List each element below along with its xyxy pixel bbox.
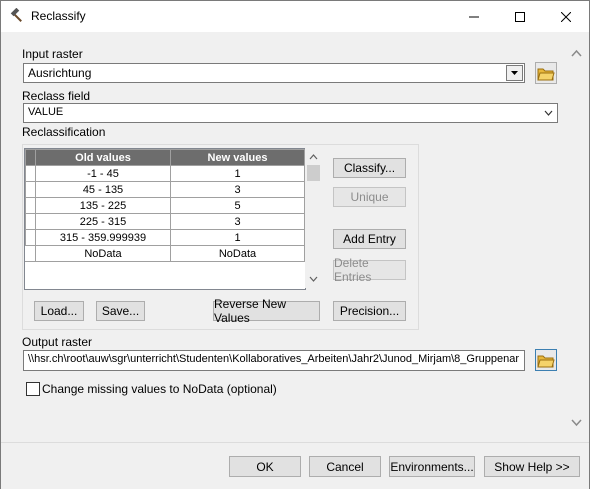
close-icon xyxy=(561,11,571,22)
new-value-cell[interactable]: 1 xyxy=(170,165,305,182)
reclassification-table: Old values New values -1 - 45 1 45 - 135… xyxy=(25,149,305,262)
new-value-cell[interactable]: 3 xyxy=(170,181,305,198)
show-help-button[interactable]: Show Help >> xyxy=(484,456,580,477)
chevron-down-icon xyxy=(544,110,553,116)
output-raster-value: \\hsr.ch\root\auw\sgr\unterricht\Student… xyxy=(28,353,519,365)
ok-button[interactable]: OK xyxy=(229,456,301,477)
nodata-checkbox[interactable] xyxy=(26,382,40,396)
environments-button[interactable]: Environments... xyxy=(389,456,475,477)
input-raster-combo[interactable]: Ausrichtung xyxy=(23,63,525,83)
reverse-new-values-button[interactable]: Reverse New Values xyxy=(213,297,320,325)
minimize-icon xyxy=(469,16,479,17)
col-new-values[interactable]: New values xyxy=(170,149,305,166)
add-entry-button[interactable]: Add Entry xyxy=(333,229,406,249)
table-row[interactable]: 315 - 359.999939 1 xyxy=(25,229,305,246)
table-row[interactable]: 225 - 315 3 xyxy=(25,213,305,230)
input-raster-dropdown[interactable] xyxy=(506,65,523,81)
dialog-scrollbar[interactable] xyxy=(568,41,585,436)
input-raster-value: Ausrichtung xyxy=(28,66,92,80)
input-raster-browse-button[interactable] xyxy=(535,62,557,84)
table-header-row: Old values New values xyxy=(25,149,305,166)
new-value-cell[interactable]: 1 xyxy=(170,229,305,246)
maximize-button[interactable] xyxy=(497,1,543,32)
maximize-icon xyxy=(515,11,525,22)
chevron-down-icon xyxy=(309,276,318,282)
window-title: Reclassify xyxy=(31,9,86,23)
table-row[interactable]: 135 - 225 5 xyxy=(25,197,305,214)
title-bar[interactable]: Reclassify xyxy=(1,1,589,32)
new-value-cell[interactable]: NoData xyxy=(170,245,305,262)
cancel-button[interactable]: Cancel xyxy=(309,456,381,477)
old-value-cell[interactable]: 135 - 225 xyxy=(35,197,171,214)
folder-open-icon xyxy=(537,355,555,367)
reclassification-grid[interactable]: Old values New values -1 - 45 1 45 - 135… xyxy=(24,148,306,290)
nodata-checkbox-label[interactable]: Change missing values to NoData (optiona… xyxy=(42,382,277,396)
grid-scroll-thumb[interactable] xyxy=(307,165,320,181)
reclassify-window: Reclassify Input raster Ausrichtung Recl… xyxy=(0,0,590,489)
close-button[interactable] xyxy=(543,1,589,32)
old-value-cell[interactable]: NoData xyxy=(35,245,171,262)
unique-button[interactable]: Unique xyxy=(333,187,406,207)
chevron-up-icon xyxy=(309,154,318,160)
new-value-cell[interactable]: 3 xyxy=(170,213,305,230)
chevron-up-icon xyxy=(571,49,582,57)
table-row[interactable]: 45 - 135 3 xyxy=(25,181,305,198)
old-value-cell[interactable]: -1 - 45 xyxy=(35,165,171,182)
input-raster-label: Input raster xyxy=(22,47,83,61)
reclass-field-value: VALUE xyxy=(28,106,64,118)
minimize-button[interactable] xyxy=(451,1,497,32)
table-row[interactable]: NoData NoData xyxy=(25,245,305,262)
precision-button[interactable]: Precision... xyxy=(333,301,406,321)
load-button[interactable]: Load... xyxy=(34,301,84,321)
save-button[interactable]: Save... xyxy=(96,301,145,321)
grid-scrollbar[interactable] xyxy=(305,148,322,288)
folder-open-icon xyxy=(537,68,555,80)
reclass-field-label: Reclass field xyxy=(22,89,91,103)
old-value-cell[interactable]: 315 - 359.999939 xyxy=(35,229,171,246)
table-row[interactable]: -1 - 45 1 xyxy=(25,165,305,182)
old-value-cell[interactable]: 225 - 315 xyxy=(35,213,171,230)
delete-entries-button[interactable]: Delete Entries xyxy=(333,256,406,284)
new-value-cell[interactable]: 5 xyxy=(170,197,305,214)
reclassification-label: Reclassification xyxy=(22,125,106,139)
old-value-cell[interactable]: 45 - 135 xyxy=(35,181,171,198)
output-raster-browse-button[interactable] xyxy=(535,349,557,371)
output-raster-label: Output raster xyxy=(22,335,93,349)
reclass-field-combo[interactable]: VALUE xyxy=(23,103,558,123)
hammer-icon xyxy=(9,7,25,27)
col-old-values[interactable]: Old values xyxy=(35,149,171,166)
chevron-down-icon xyxy=(571,419,582,427)
chevron-down-icon xyxy=(511,71,518,75)
classify-button[interactable]: Classify... xyxy=(333,158,406,178)
output-raster-field[interactable]: \\hsr.ch\root\auw\sgr\unterricht\Student… xyxy=(23,350,525,371)
